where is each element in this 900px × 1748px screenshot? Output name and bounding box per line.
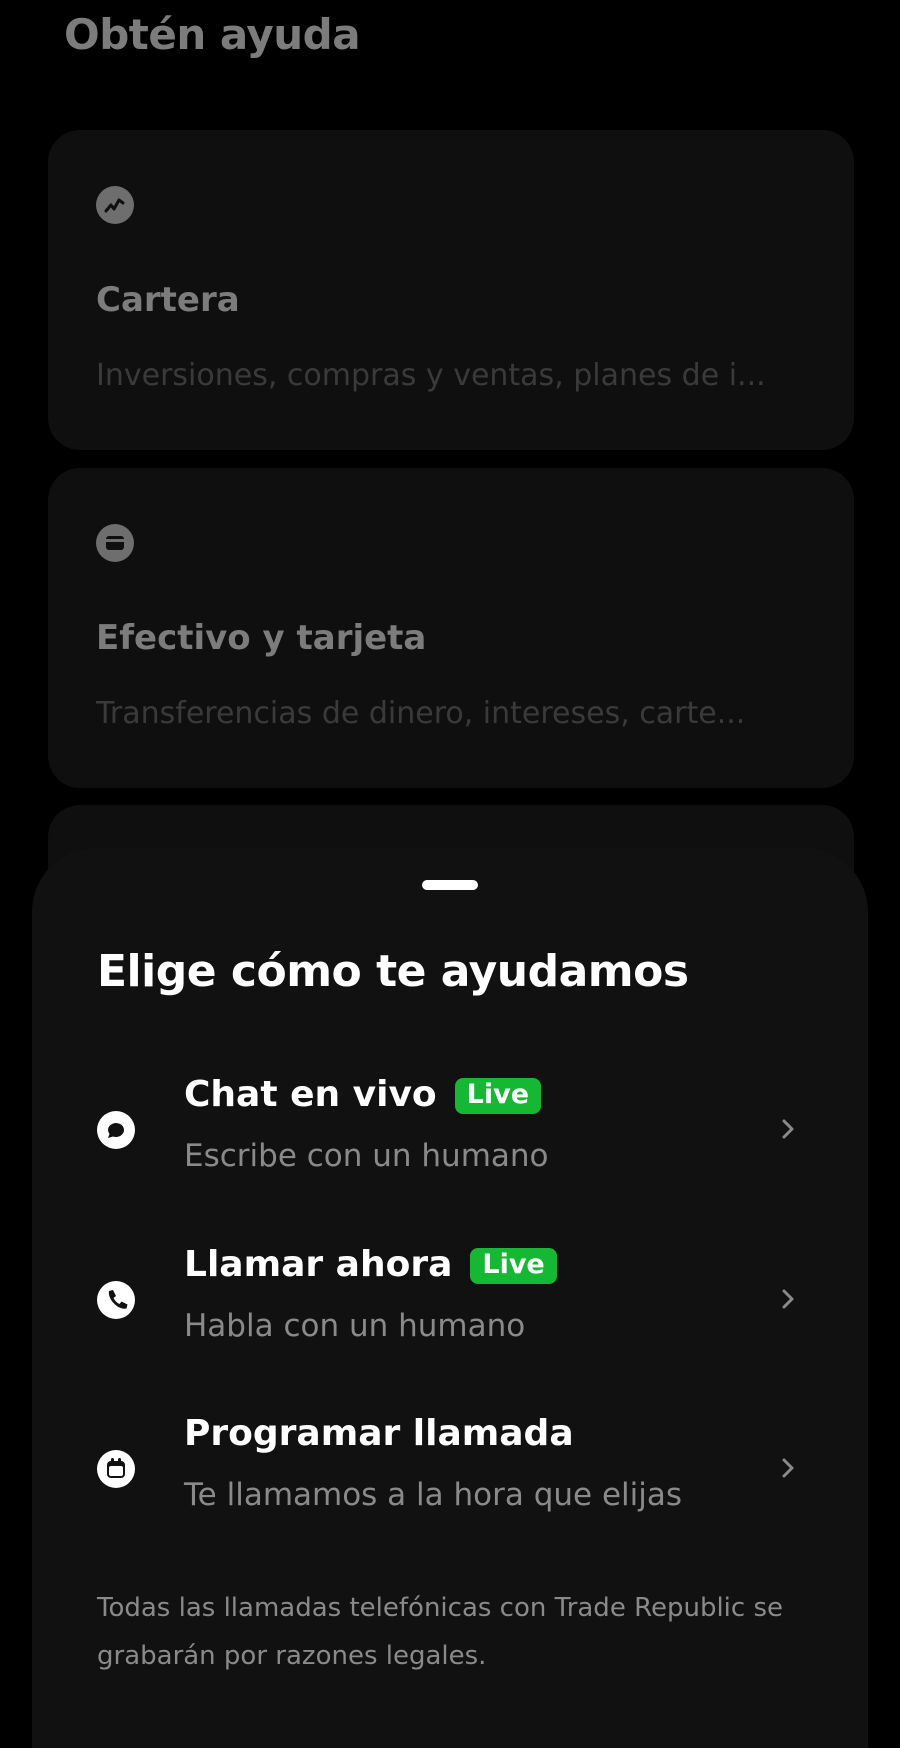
card-icon bbox=[96, 524, 134, 562]
option-title-row: Llamar ahora Live bbox=[184, 1238, 557, 1290]
chevron-right-icon bbox=[778, 1284, 798, 1314]
calendar-icon bbox=[96, 1449, 136, 1489]
option-title: Llamar ahora bbox=[184, 1243, 453, 1285]
help-card-efectivo-y-tarjeta[interactable]: Efectivo y tarjeta Transferencias de din… bbox=[48, 468, 854, 788]
option-title-row: Chat en vivo Live bbox=[184, 1068, 542, 1120]
help-card-cartera[interactable]: Cartera Inversiones, compras y ventas, p… bbox=[48, 130, 854, 450]
help-options-sheet: Elige cómo te ayudamos Chat en vivo Live… bbox=[32, 848, 868, 1748]
phone-icon bbox=[96, 1280, 136, 1320]
sheet-grabber[interactable] bbox=[422, 880, 478, 890]
card-description: Transferencias de dinero, intereses, car… bbox=[96, 696, 746, 731]
option-llamar-ahora[interactable]: Llamar ahora Live Habla con un humano bbox=[32, 1228, 868, 1368]
card-description: Inversiones, compras y ventas, planes de… bbox=[96, 358, 766, 393]
option-title: Chat en vivo bbox=[184, 1073, 437, 1115]
option-title-row: Programar llamada bbox=[184, 1407, 574, 1459]
recording-disclaimer: Todas las llamadas telefónicas con Trade… bbox=[97, 1593, 784, 1671]
option-subtitle: Escribe con un humano bbox=[184, 1138, 549, 1174]
chevron-right-icon bbox=[778, 1453, 798, 1483]
sheet-title: Elige cómo te ayudamos bbox=[97, 946, 689, 997]
chart-trend-icon bbox=[96, 186, 134, 224]
option-subtitle: Habla con un humano bbox=[184, 1308, 526, 1344]
chevron-right-icon bbox=[778, 1114, 798, 1144]
page-title: Obtén ayuda bbox=[64, 10, 361, 59]
live-badge: Live bbox=[470, 1248, 557, 1284]
live-badge: Live bbox=[454, 1078, 542, 1114]
chat-bubble-icon bbox=[96, 1110, 136, 1150]
option-chat-en-vivo[interactable]: Chat en vivo Live Escribe con un humano bbox=[32, 1058, 868, 1198]
option-subtitle: Te llamamos a la hora que elijas bbox=[184, 1477, 683, 1513]
card-title: Cartera bbox=[96, 280, 240, 320]
option-programar-llamada[interactable]: Programar llamada Te llamamos a la hora … bbox=[32, 1397, 868, 1537]
card-title: Efectivo y tarjeta bbox=[96, 618, 427, 658]
option-title: Programar llamada bbox=[184, 1412, 574, 1454]
